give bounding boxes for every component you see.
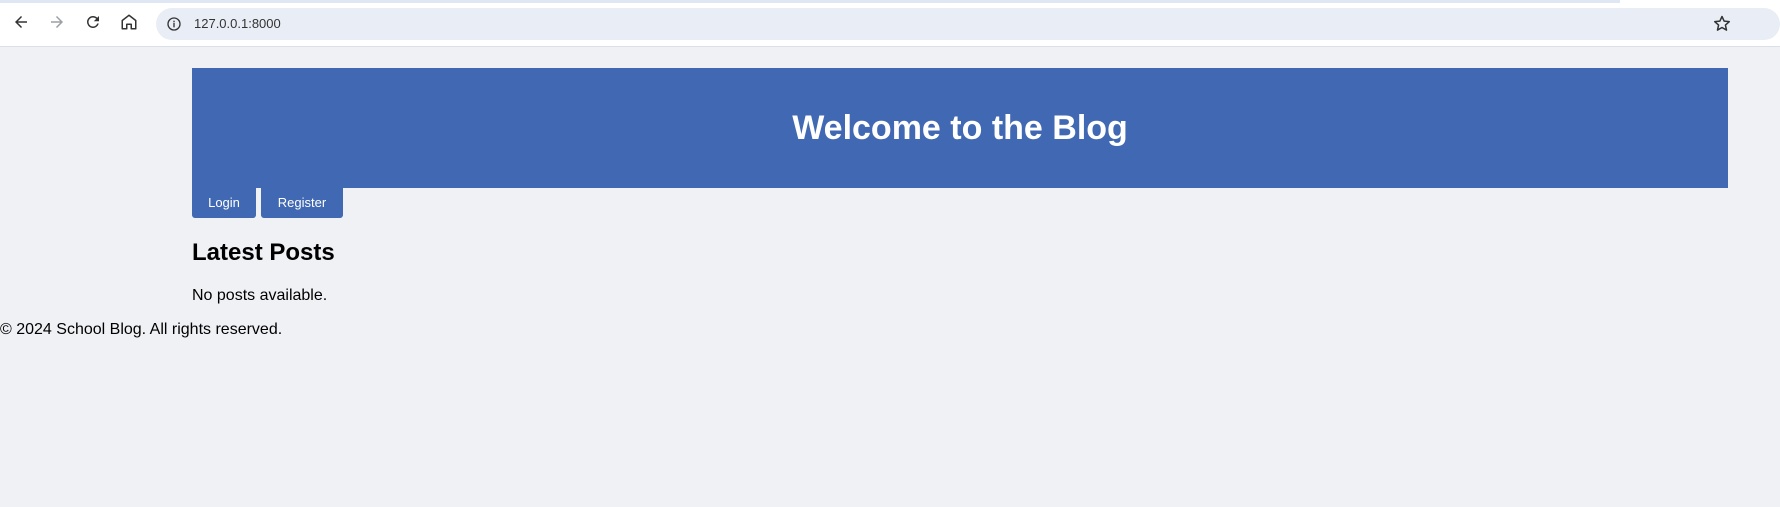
login-button[interactable]: Login — [192, 188, 256, 218]
arrow-left-icon — [15, 16, 27, 28]
browser-toolbar: 127.0.0.1:8000 — [0, 0, 1780, 47]
home-icon — [121, 14, 137, 30]
url-text[interactable]: 127.0.0.1:8000 — [194, 16, 281, 31]
star-icon[interactable] — [1712, 14, 1732, 34]
back-button[interactable] — [10, 11, 32, 33]
arrow-right-icon — [51, 16, 63, 28]
latest-posts-heading: Latest Posts — [192, 239, 335, 266]
header-banner: Welcome to the Blog — [192, 68, 1728, 188]
page-content: Welcome to the Blog Login Register Lates… — [0, 47, 1780, 507]
footer-text: © 2024 School Blog. All rights reserved. — [0, 321, 283, 338]
forward-button[interactable] — [46, 11, 68, 33]
register-button[interactable]: Register — [261, 188, 343, 218]
reload-icon — [86, 15, 99, 28]
info-icon[interactable] — [166, 16, 182, 32]
reload-button[interactable] — [82, 11, 104, 33]
home-button[interactable] — [118, 11, 140, 33]
page-title: Welcome to the Blog — [792, 108, 1128, 147]
empty-posts-message: No posts available. — [192, 287, 328, 304]
tab-strip-edge — [0, 0, 1620, 3]
auth-nav: Login Register — [192, 188, 343, 218]
address-bar[interactable]: 127.0.0.1:8000 — [156, 8, 1780, 40]
